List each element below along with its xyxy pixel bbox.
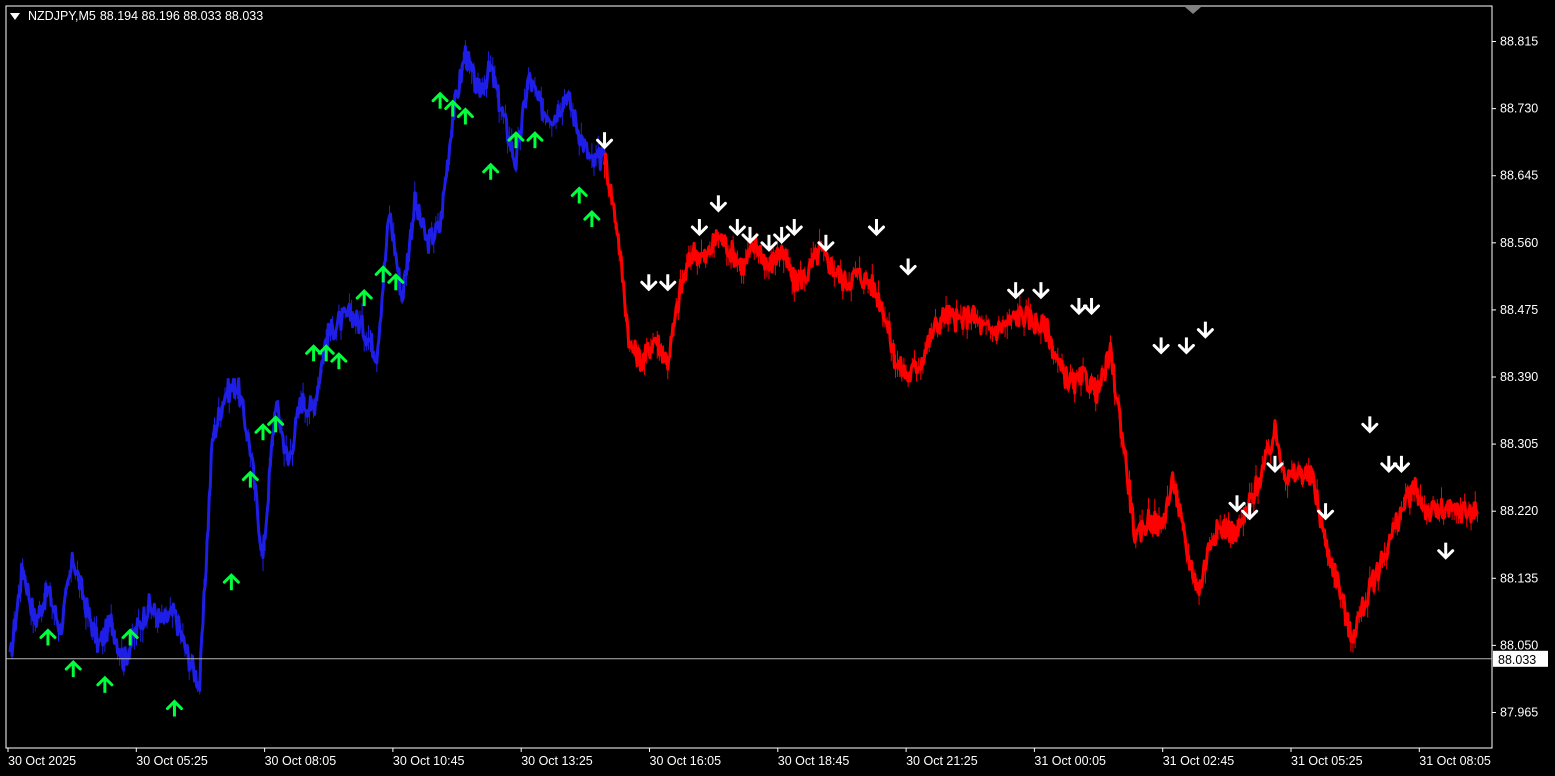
- buy-arrow-icon: [39, 628, 57, 646]
- buy-arrow-icon: [222, 573, 240, 591]
- x-tick-label: 30 Oct 21:25: [906, 754, 978, 768]
- buy-arrow-icon: [96, 675, 114, 693]
- ohlc-values: 88.194 88.196 88.033 88.033: [99, 9, 264, 23]
- buy-arrow-icon: [526, 131, 544, 149]
- y-tick-label: 88.475: [1500, 303, 1538, 317]
- sell-arrow-icon: [867, 219, 885, 237]
- x-tick-label: 31 Oct 02:45: [1163, 754, 1235, 768]
- sell-arrow-icon: [728, 219, 746, 237]
- sell-arrow-icon: [1361, 416, 1379, 434]
- symbol-timeframe: NZDJPY,M5: [28, 9, 96, 23]
- buy-arrow-icon: [254, 423, 272, 441]
- sell-arrow-icon: [640, 274, 658, 292]
- x-tick-label: 31 Oct 05:25: [1291, 754, 1363, 768]
- sell-arrow-icon: [1007, 282, 1025, 300]
- y-tick-label: 88.220: [1500, 504, 1538, 518]
- y-tick-label: 87.965: [1500, 705, 1538, 719]
- sell-arrow-icon: [659, 274, 677, 292]
- sell-arrow-icon: [1152, 337, 1170, 355]
- price-chart[interactable]: 88.815 88.730 88.645 88.560 88.475 88.390 88.3…: [0, 0, 1555, 771]
- buy-arrow-icon: [570, 186, 588, 204]
- buy-arrow-icon: [355, 288, 373, 307]
- sell-arrow-icon: [690, 219, 708, 237]
- symbol-info: NZDJPY,M5 88.194 88.196 88.033 88.033: [10, 9, 263, 23]
- y-tick-label: 88.135: [1500, 571, 1538, 585]
- sell-arrow-icon: [1177, 337, 1195, 355]
- sell-arrow-icon: [1196, 321, 1214, 339]
- dropdown-triangle-icon[interactable]: [10, 12, 20, 20]
- scroll-marker-icon: [1185, 7, 1201, 14]
- buy-arrow-icon: [456, 107, 474, 125]
- down-trend-series: [603, 152, 1479, 644]
- current-price-label: 88.033: [1498, 653, 1536, 667]
- plot-frame: [5, 5, 1493, 749]
- x-tick-label: 30 Oct 05:25: [136, 754, 208, 768]
- y-tick-label: 88.645: [1500, 169, 1538, 183]
- y-tick-label: 88.305: [1500, 437, 1538, 451]
- sell-arrow-icon: [596, 132, 614, 150]
- buy-arrow-icon: [583, 210, 601, 228]
- sell-arrow-icon: [1228, 495, 1246, 513]
- buy-arrow-icon: [165, 699, 183, 717]
- sell-arrow-icon: [1437, 542, 1455, 560]
- x-tick-label: 30 Oct 10:45: [393, 754, 465, 768]
- buy-arrow-icon: [374, 265, 392, 283]
- sell-arrow-icon: [709, 195, 727, 213]
- x-tick-label: 31 Oct 00:05: [1034, 754, 1106, 768]
- y-tick-label: 88.730: [1500, 102, 1538, 116]
- sell-arrow-icon: [899, 258, 917, 276]
- buy-arrow-icon: [64, 659, 82, 678]
- buy-arrow-icon: [330, 352, 348, 370]
- x-tick-label: 30 Oct 08:05: [265, 754, 337, 768]
- y-tick-label: 88.815: [1500, 35, 1538, 49]
- buy-arrow-icon: [444, 99, 462, 117]
- x-tick-label: 30 Oct 2025: [8, 754, 76, 768]
- buy-arrow-icon: [482, 162, 500, 180]
- sell-arrow-icon: [760, 234, 778, 252]
- x-tick-label: 30 Oct 18:45: [778, 754, 850, 768]
- sell-arrow-icon: [773, 226, 791, 245]
- sell-arrow-icon: [785, 219, 803, 237]
- x-tick-label: 30 Oct 16:05: [650, 754, 722, 768]
- y-tick-label: 88.390: [1500, 370, 1538, 384]
- x-tick-label: 31 Oct 08:05: [1419, 754, 1491, 768]
- y-tick-label: 88.560: [1500, 236, 1538, 250]
- chart-canvas[interactable]: 88.815 88.730 88.645 88.560 88.475 88.390 88.3…: [0, 0, 1555, 771]
- x-tick-label: 30 Oct 13:25: [521, 754, 593, 768]
- y-tick-label: 88.050: [1500, 638, 1538, 652]
- buy-arrow-icon: [431, 91, 449, 109]
- sell-arrow-icon: [1032, 282, 1050, 300]
